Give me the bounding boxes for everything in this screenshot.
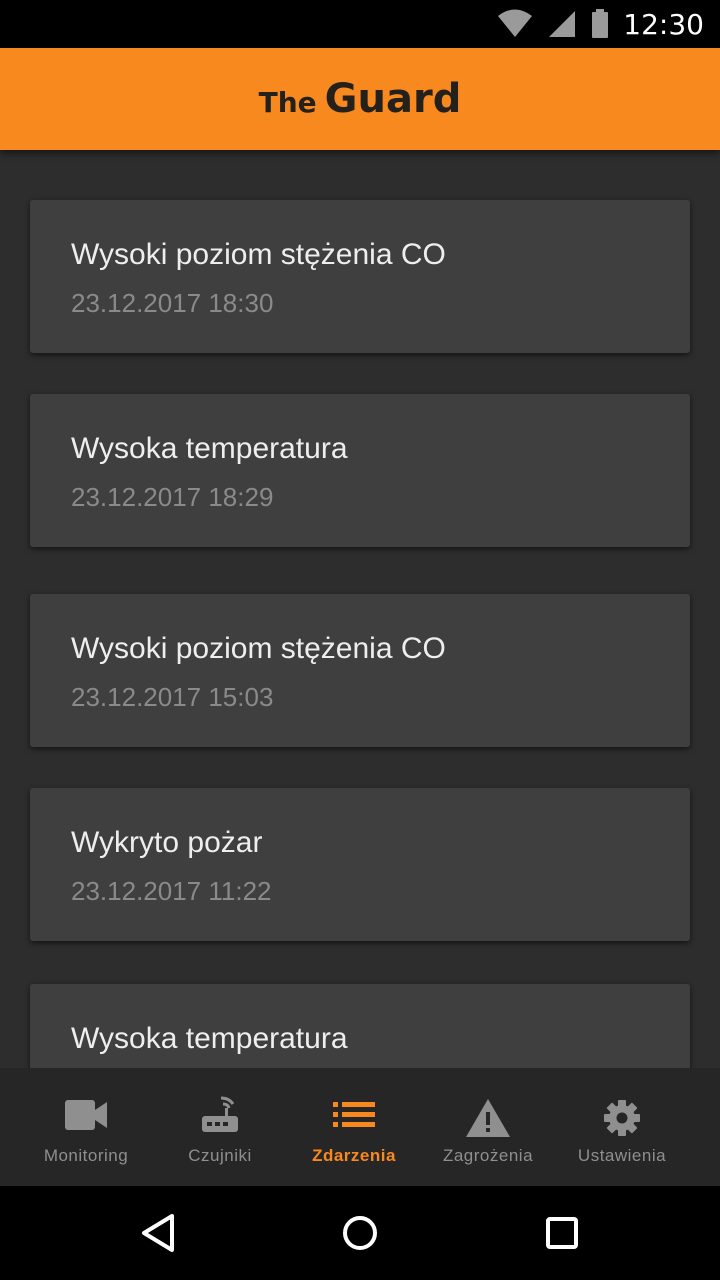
app-bar: The Guard: [0, 48, 720, 150]
video-camera-icon: [65, 1100, 107, 1130]
event-list[interactable]: Wysoki poziom stężenia CO 23.12.2017 18:…: [0, 150, 720, 1068]
status-bar: 12:30: [0, 0, 720, 48]
warning-icon: [466, 1099, 510, 1137]
event-title: Wysoki poziom stężenia CO: [71, 238, 446, 271]
nav-czujniki[interactable]: Czujniki: [152, 1068, 288, 1186]
event-time: 23.12.2017 18:29: [71, 482, 274, 512]
event-card[interactable]: Wykryto pożar 23.12.2017 11:22: [30, 788, 690, 941]
status-icons: 12:30: [497, 0, 704, 48]
back-icon[interactable]: [136, 1210, 182, 1256]
nav-zdarzenia[interactable]: Zdarzenia: [286, 1068, 422, 1186]
event-card[interactable]: Wysoka temperatura: [30, 984, 690, 1068]
system-navigation-bar: [0, 1186, 720, 1280]
app-logo: The Guard: [259, 76, 462, 122]
router-icon: [202, 1096, 238, 1132]
nav-label: Zdarzenia: [312, 1146, 396, 1165]
signal-icon: [549, 11, 576, 37]
brand-the: The: [258, 86, 317, 119]
bottom-navigation: Monitoring Czujniki Zdarzenia Zagrożenia…: [0, 1068, 720, 1186]
recents-icon[interactable]: [539, 1210, 585, 1256]
event-title: Wysoka temperatura: [71, 1022, 348, 1055]
battery-icon: [592, 9, 609, 38]
home-icon[interactable]: [337, 1210, 383, 1256]
nav-monitoring[interactable]: Monitoring: [18, 1068, 154, 1186]
event-title: Wykryto pożar: [71, 826, 263, 859]
wifi-icon: [498, 9, 533, 37]
gear-icon: [604, 1100, 640, 1136]
nav-label: Czujniki: [188, 1146, 252, 1165]
event-time: 23.12.2017 18:30: [71, 288, 274, 318]
brand-guard: Guard: [324, 76, 462, 122]
event-time: 23.12.2017 11:22: [71, 876, 272, 906]
list-icon: [333, 1102, 375, 1127]
event-time: 23.12.2017 15:03: [71, 682, 274, 712]
event-card[interactable]: Wysoki poziom stężenia CO 23.12.2017 18:…: [30, 200, 690, 353]
nav-label: Zagrożenia: [442, 1146, 534, 1165]
nav-label: Monitoring: [43, 1146, 129, 1165]
event-card[interactable]: Wysoki poziom stężenia CO 23.12.2017 15:…: [30, 594, 690, 747]
nav-ustawienia[interactable]: Ustawienia: [554, 1068, 690, 1186]
event-title: Wysoki poziom stężenia CO: [71, 632, 446, 665]
nav-zagrozenia[interactable]: Zagrożenia: [420, 1068, 556, 1186]
event-title: Wysoka temperatura: [71, 432, 348, 465]
clock: 12:30: [623, 7, 704, 41]
nav-label: Ustawienia: [577, 1146, 667, 1165]
event-card[interactable]: Wysoka temperatura 23.12.2017 18:29: [30, 394, 690, 547]
